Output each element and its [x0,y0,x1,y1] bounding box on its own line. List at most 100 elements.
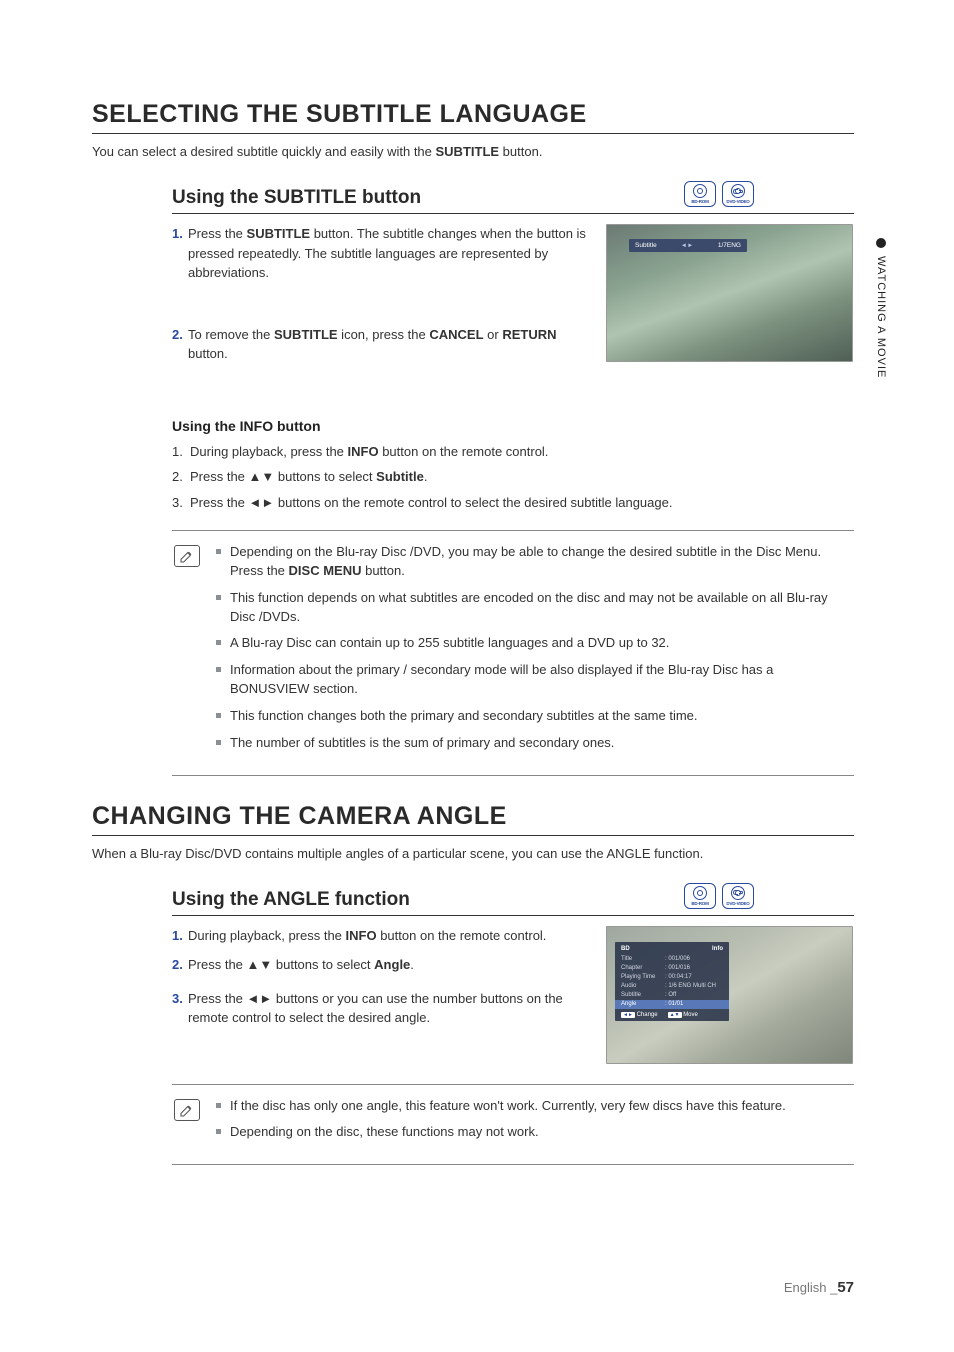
step-number: 1. [172,926,188,946]
screenshot-angle-osd: BD Info Title: 001/006 Chapter: 001/016 P… [606,926,853,1064]
step-bold: RETURN [502,327,556,342]
osd-header-left: BD [621,946,630,952]
section-title-subtitle-language: SELECTING THE SUBTITLE LANGUAGE [92,100,854,134]
step-3: 3. Press the ◄► buttons or you can use t… [172,989,592,1028]
osd-row-key: Title [621,956,665,962]
intro-post: button. [499,144,542,159]
step-1: 1. During playback, press the INFO butto… [172,926,592,946]
step-2: 2. To remove the SUBTITLE icon, press th… [172,325,592,364]
section1-intro: You can select a desired subtitle quickl… [92,144,854,159]
note-item: Depending on the Blu-ray Disc /DVD, you … [216,543,854,581]
osd-row-val: : 1/6 ENG Multi CH [665,983,723,989]
section-tab: WATCHING A MOVIE [872,238,890,378]
step-number: 2. [172,467,190,487]
step-text: buttons to select [274,469,376,484]
step-text: Press the [188,957,247,972]
page-footer: English _57 [784,1279,854,1296]
note-item: If the disc has only one angle, this fea… [216,1097,854,1116]
step-text: or [484,327,503,342]
step-text: button on the remote control. [379,444,549,459]
step-text: button on the remote control. [377,928,547,943]
step-bold: Subtitle [376,469,424,484]
bd-rom-label: BD-ROM [691,199,708,204]
page-number: 57 [837,1279,854,1296]
step-text: Press the [188,226,247,241]
info-step-2: 2. Press the ▲▼ buttons to select Subtit… [172,467,854,487]
note-item: Depending on the disc, these functions m… [216,1123,854,1142]
info-step-3: 3. Press the ◄► buttons on the remote co… [172,493,854,513]
manual-page: WATCHING A MOVIE SELECTING THE SUBTITLE … [0,0,954,1352]
disc-circle-icon [693,886,707,900]
up-down-arrow-icon: ▲▼ [247,955,273,975]
osd-row-key: Audio [621,983,665,989]
intro-pre: You can select a desired subtitle quickl… [92,144,436,159]
osd-row-val: : 001/006 [665,956,723,962]
footer-language: English [784,1280,830,1295]
step-text: . [424,469,428,484]
step-text: To remove the [188,327,274,342]
tab-dot-icon [876,238,886,248]
section2-intro: When a Blu-ray Disc/DVD contains multipl… [92,846,854,861]
step-number: 3. [172,989,188,1028]
bd-rom-label: BD-ROM [691,901,708,906]
left-right-arrow-icon: ◄► [249,493,275,513]
step-text: button. [188,346,228,361]
osd-subtitle-bar: Subtitle ◄► 1/7ENG [629,239,747,252]
osd-row-key: Playing Time [621,974,665,980]
disc-circle-icon [693,184,707,198]
section-title-camera-angle: CHANGING THE CAMERA ANGLE [92,802,854,836]
osd-row-key: Chapter [621,965,665,971]
note-item: This function depends on what subtitles … [216,589,854,627]
angle-steps: 1. During playback, press the INFO butto… [172,926,592,1038]
osd-row-key-selected: Angle [621,1001,665,1007]
disc-circle-icon [731,886,745,900]
using-info-button-heading: Using the INFO button [172,418,854,434]
note-item: The number of subtitles is the sum of pr… [216,734,854,753]
dvd-video-icon: DVD-VIDEO [722,883,754,909]
step-bold: SUBTITLE [274,327,338,342]
osd-row-val: : 001/016 [665,965,723,971]
note-icon [172,543,202,761]
step-text: During playback, press the [188,928,346,943]
bd-rom-icon: BD-ROM [684,181,716,207]
note-item: Information about the primary / secondar… [216,661,854,699]
tab-label: WATCHING A MOVIE [875,256,887,378]
screenshot-subtitle-osd: Subtitle ◄► 1/7ENG [606,224,853,362]
osd-row-key: Subtitle [621,992,665,998]
move-arrows-icon: ▲▼ [668,1012,682,1018]
step-2: 2. Press the ▲▼ buttons to select Angle. [172,955,592,975]
osd-row-val-selected: : 01/01 [665,1001,723,1007]
note-item: This function changes both the primary a… [216,707,854,726]
osd-header-right: Info [712,946,723,952]
dvd-video-label: DVD-VIDEO [726,199,749,204]
notes-section-1: Depending on the Blu-ray Disc /DVD, you … [172,530,854,776]
osd-footer-change: Change [637,1012,658,1018]
pencil-note-icon [179,1102,195,1118]
disc-circle-icon [731,184,745,198]
step-number: 1. [172,442,190,462]
info-step-1: 1. During playback, press the INFO butto… [172,442,854,462]
note-text: button. [361,563,404,578]
dvd-video-label: DVD-VIDEO [726,901,749,906]
change-arrows-icon: ◄► [621,1012,635,1018]
osd-info-panel: BD Info Title: 001/006 Chapter: 001/016 P… [615,942,729,1021]
notes-section-2: If the disc has only one angle, this fea… [172,1084,854,1166]
step-number: 1. [172,224,188,283]
left-right-arrow-icon: ◄► [247,989,273,1009]
step-number: 2. [172,325,188,364]
step-bold: Angle [374,957,410,972]
osd-arrows-icon: ◄► [681,243,694,249]
pencil-note-icon [179,548,195,564]
step-text: icon, press the [338,327,430,342]
disc-icons-row: BD-ROM DVD-VIDEO [684,883,754,909]
step-bold: CANCEL [429,327,483,342]
step-bold: INFO [348,444,379,459]
subtitle-steps: 1. Press the SUBTITLE button. The subtit… [172,224,592,374]
up-down-arrow-icon: ▲▼ [249,467,275,487]
osd-row-val: : 00:04:17 [665,974,723,980]
disc-icons-row: BD-ROM DVD-VIDEO [684,181,754,207]
osd-subtitle-label: Subtitle [635,242,657,249]
step-text: Press the [188,991,247,1006]
step-text: Press the [190,469,249,484]
step-text: Press the [190,495,249,510]
